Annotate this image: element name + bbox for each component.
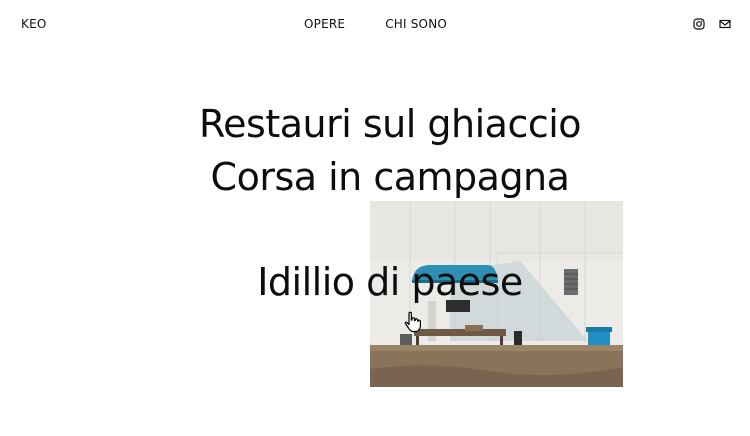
work-item: Restauri sul ghiaccio: [0, 98, 750, 151]
work-item: Idillio di paese: [0, 256, 750, 309]
mail-icon[interactable]: [719, 18, 731, 30]
work-item: Corsa in campagna: [0, 151, 750, 204]
work-title-link[interactable]: Restauri sul ghiaccio: [199, 102, 582, 146]
brand-logo[interactable]: KEO: [21, 17, 47, 31]
social-links: [693, 18, 731, 30]
page-frame: KEO OPERE CHI SONO Restauri sul ghiaccio…: [0, 0, 750, 436]
main-nav: OPERE CHI SONO: [304, 17, 447, 31]
nav-item-chi-sono[interactable]: CHI SONO: [385, 17, 447, 31]
work-title-link[interactable]: Idillio di paese: [257, 260, 523, 304]
instagram-icon[interactable]: [693, 18, 705, 30]
work-title-link[interactable]: Corsa in campagna: [211, 155, 570, 199]
nav-item-opere[interactable]: OPERE: [304, 17, 345, 31]
